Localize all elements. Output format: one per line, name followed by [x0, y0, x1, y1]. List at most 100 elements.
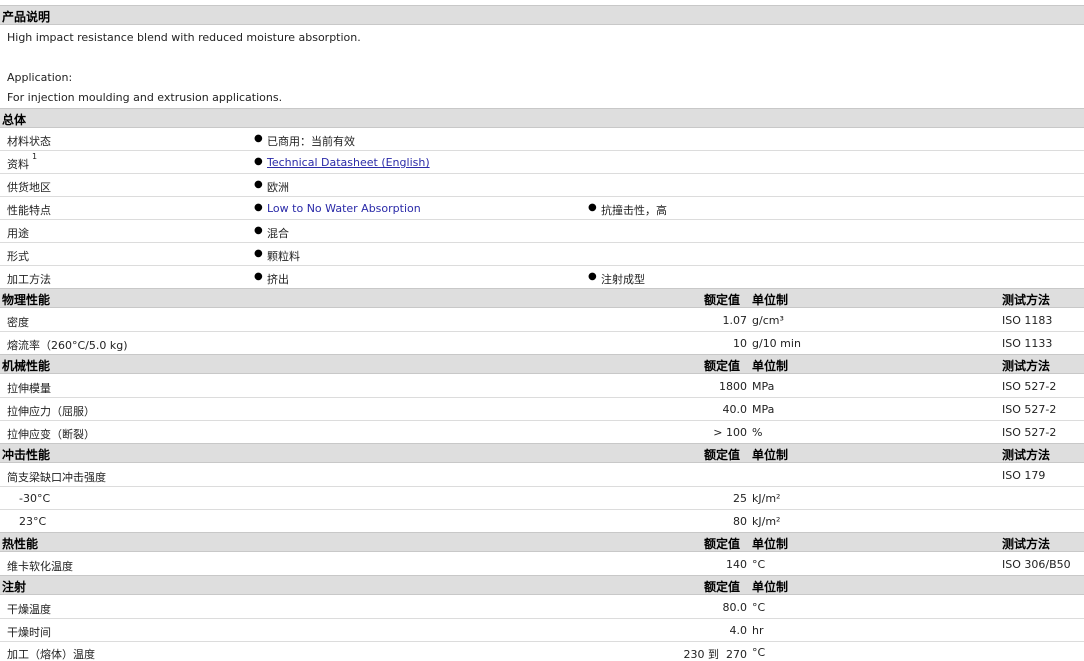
table-row: 拉伸模量 1800 MPa ISO 527-2 [0, 375, 1084, 398]
section-title: 总体 [2, 113, 27, 127]
nominal-header: 额定值 [704, 293, 741, 307]
general-row-uses: 用途 ● 混合 [0, 220, 1084, 243]
test-header: 测试方法 [1002, 359, 1051, 373]
row-unit: °C [752, 601, 766, 614]
row-value: 80 [733, 515, 747, 528]
table-row: 干燥时间 4.0 hr [0, 619, 1084, 642]
test-header: 测试方法 [1002, 293, 1051, 307]
impact-header: 冲击性能 额定值 单位制 测试方法 [0, 443, 1084, 463]
general-row-form: 形式 ● 颗粒料 [0, 243, 1084, 266]
row-unit: g/cm³ [752, 314, 784, 327]
table-row: 熔流率（260°C/5.0 kg) 10 g/10 min ISO 1133 [0, 332, 1084, 355]
physical-header: 物理性能 额定值 单位制 测试方法 [0, 288, 1084, 308]
row-value: 80.0 [722, 601, 748, 614]
row-value: 4.0 [729, 624, 748, 637]
table-row: 密度 1.07 g/cm³ ISO 1183 [0, 309, 1084, 332]
footnote-marker: 1 [32, 152, 38, 162]
technical-datasheet-link[interactable]: Technical Datasheet (English) [267, 156, 430, 169]
row-label: 维卡软化温度 [7, 560, 73, 573]
row-value: 10 [733, 337, 747, 350]
test-header: 测试方法 [1002, 448, 1051, 462]
row-value: 25 [733, 492, 747, 505]
injection-header: 注射 额定值 单位制 [0, 575, 1084, 595]
row-value: 230 到 270 [683, 648, 747, 661]
bullet-item: ● 抗撞击性，高 [588, 202, 667, 217]
unit-header: 单位制 [752, 448, 789, 462]
table-row: 干燥温度 80.0 °C [0, 596, 1084, 619]
table-row: 维卡软化温度 140 °C ISO 306/B50 [0, 553, 1084, 576]
general-row-region: 供货地区 ● 欧洲 [0, 174, 1084, 197]
row-label: 23°C [19, 515, 47, 528]
nominal-header: 额定值 [704, 448, 741, 462]
description-text: High impact resistance blend with reduce… [7, 31, 361, 44]
row-test-method: ISO 1183 [1002, 314, 1053, 327]
application-text: For injection moulding and extrusion app… [7, 91, 283, 104]
row-unit: MPa [752, 380, 775, 393]
nominal-header: 额定值 [704, 537, 741, 551]
row-label: -30°C [19, 492, 51, 505]
row-label: 密度 [7, 316, 29, 329]
row-label: 熔流率（260°C/5.0 kg) [7, 339, 128, 352]
row-test-method: ISO 527-2 [1002, 403, 1057, 416]
section-title: 注射 [2, 580, 27, 594]
general-row-status: 材料状态 ● 已商用：当前有效 [0, 128, 1084, 151]
table-row: 拉伸应变（断裂） > 100 % ISO 527-2 [0, 421, 1084, 444]
row-label: 干燥温度 [7, 603, 51, 616]
section-title: 热性能 [2, 537, 39, 551]
row-unit: hr [752, 624, 764, 637]
row-value: > 100 [713, 426, 747, 439]
row-unit: MPa [752, 403, 775, 416]
general-row-documents: 资料1 ● Technical Datasheet (English) [0, 151, 1084, 174]
row-unit: g/10 min [752, 337, 801, 350]
row-label: 材料状态 [7, 135, 51, 148]
row-value: 1.07 [722, 314, 748, 327]
bullet-item: ● 已商用：当前有效 [254, 133, 355, 148]
row-label: 用途 [7, 227, 29, 240]
row-label: 供货地区 [7, 181, 51, 194]
general-row-processing: 加工方法 ● 挤出 ● 注射成型 [0, 266, 1084, 289]
row-unit: kJ/m² [752, 515, 781, 528]
row-label: 加工（熔体）温度 [7, 648, 95, 661]
bullet-item: ● 欧洲 [254, 179, 289, 194]
table-row: 拉伸应力（屈服） 40.0 MPa ISO 527-2 [0, 398, 1084, 421]
row-label: 性能特点 [7, 204, 51, 217]
row-value: 1800 [719, 380, 747, 393]
row-label: 简支梁缺口冲击强度 [7, 471, 106, 484]
row-test-method: ISO 306/B50 [1002, 558, 1071, 571]
row-label: 拉伸应变（断裂） [7, 428, 95, 441]
table-row: -30°C 25 kJ/m² [0, 487, 1084, 510]
row-test-method: ISO 527-2 [1002, 426, 1057, 439]
section-title: 产品说明 [2, 10, 51, 24]
unit-header: 单位制 [752, 580, 789, 594]
general-row-features: 性能特点 ● Low to No Water Absorption ● 抗撞击性，高 [0, 197, 1084, 220]
bullet-item: ● 挤出 [254, 271, 289, 286]
general-header: 总体 [0, 108, 1084, 128]
row-label: 加工方法 [7, 273, 51, 286]
bullet-item: ● Technical Datasheet (English) [254, 156, 430, 169]
product-description-header: 产品说明 [0, 5, 1084, 25]
row-value: 40.0 [722, 403, 748, 416]
row-label: 拉伸模量 [7, 382, 51, 395]
row-label: 形式 [7, 250, 29, 263]
bullet-item: ● 注射成型 [588, 271, 645, 286]
row-label: 干燥时间 [7, 626, 51, 639]
table-row: 23°C 80 kJ/m² [0, 510, 1084, 533]
row-unit: °C [752, 646, 766, 659]
table-row: 简支梁缺口冲击强度 ISO 179 [0, 464, 1084, 487]
row-label: 资料1 [7, 152, 38, 171]
row-test-method: ISO 1133 [1002, 337, 1053, 350]
unit-header: 单位制 [752, 359, 789, 373]
mechanical-header: 机械性能 额定值 单位制 测试方法 [0, 354, 1084, 374]
section-title: 冲击性能 [2, 448, 51, 462]
thermal-header: 热性能 额定值 单位制 测试方法 [0, 532, 1084, 552]
row-unit: kJ/m² [752, 492, 781, 505]
row-test-method: ISO 179 [1002, 469, 1046, 482]
row-unit: °C [752, 558, 766, 571]
unit-header: 单位制 [752, 293, 789, 307]
bullet-item: ● Low to No Water Absorption [254, 202, 421, 215]
nominal-header: 额定值 [704, 580, 741, 594]
row-test-method: ISO 527-2 [1002, 380, 1057, 393]
application-heading: Application: [7, 71, 73, 84]
nominal-header: 额定值 [704, 359, 741, 373]
section-title: 机械性能 [2, 359, 51, 373]
